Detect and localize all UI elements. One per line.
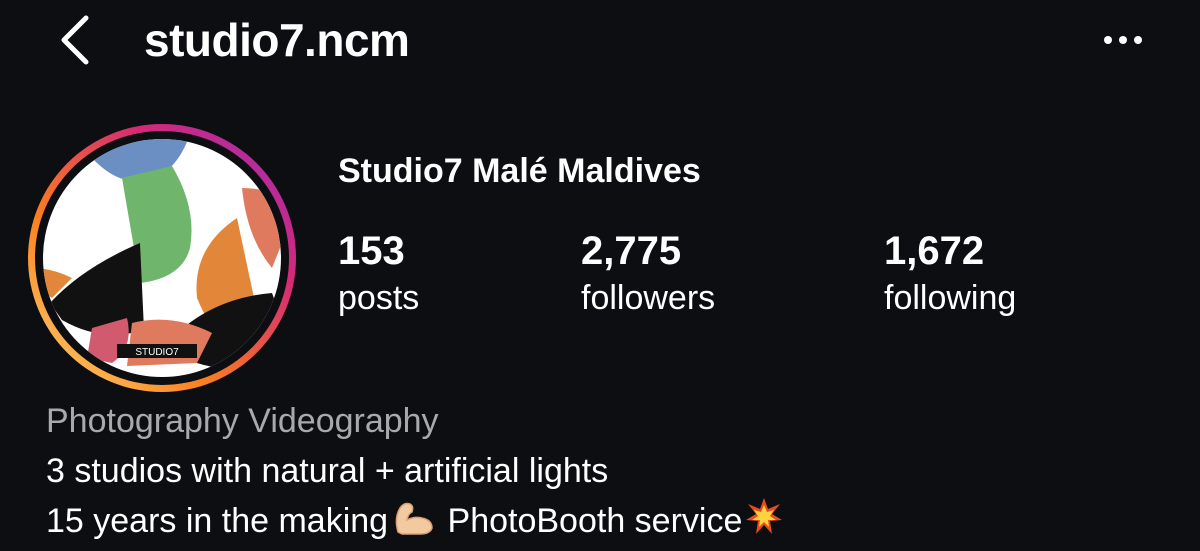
avatar-logo-text: STUDIO7 (135, 347, 179, 358)
profile-display-name: Studio7 Malé Maldives (338, 152, 701, 190)
profile-username: studio7.ncm (144, 14, 410, 66)
collision-emoji (744, 496, 784, 550)
more-horizontal-icon (1104, 36, 1142, 44)
more-options-button[interactable] (1096, 22, 1156, 58)
stat-followers[interactable]: 2,775 followers (581, 226, 715, 320)
profile-bio: Photography Videography 3 studios with n… (46, 396, 784, 550)
bio-line: 15 years in the making PhotoBooth servic… (46, 496, 784, 550)
posts-label: posts (338, 279, 420, 317)
chevron-left-icon (61, 15, 89, 65)
studio7-logo: STUDIO7 (43, 139, 281, 377)
profile-avatar[interactable]: STUDIO7 (22, 118, 302, 398)
posts-count: 153 (338, 229, 405, 273)
following-count: 1,672 (884, 229, 985, 273)
avatar-story-ring: STUDIO7 (28, 124, 296, 392)
back-button[interactable] (56, 12, 100, 68)
bio-line-text: PhotoBooth service (447, 502, 743, 540)
following-label: following (884, 279, 1017, 317)
bio-line-text: 15 years in the making (46, 502, 389, 540)
top-bar: studio7.ncm (0, 0, 1200, 90)
followers-count: 2,775 (581, 229, 682, 273)
bio-category: Photography Videography (46, 402, 439, 440)
stat-following[interactable]: 1,672 following (884, 226, 1016, 320)
followers-label: followers (581, 279, 716, 317)
bio-line: 3 studios with natural + artificial ligh… (46, 452, 609, 490)
flexed-biceps-emoji (390, 496, 438, 550)
stat-posts[interactable]: 153 posts (338, 226, 419, 320)
